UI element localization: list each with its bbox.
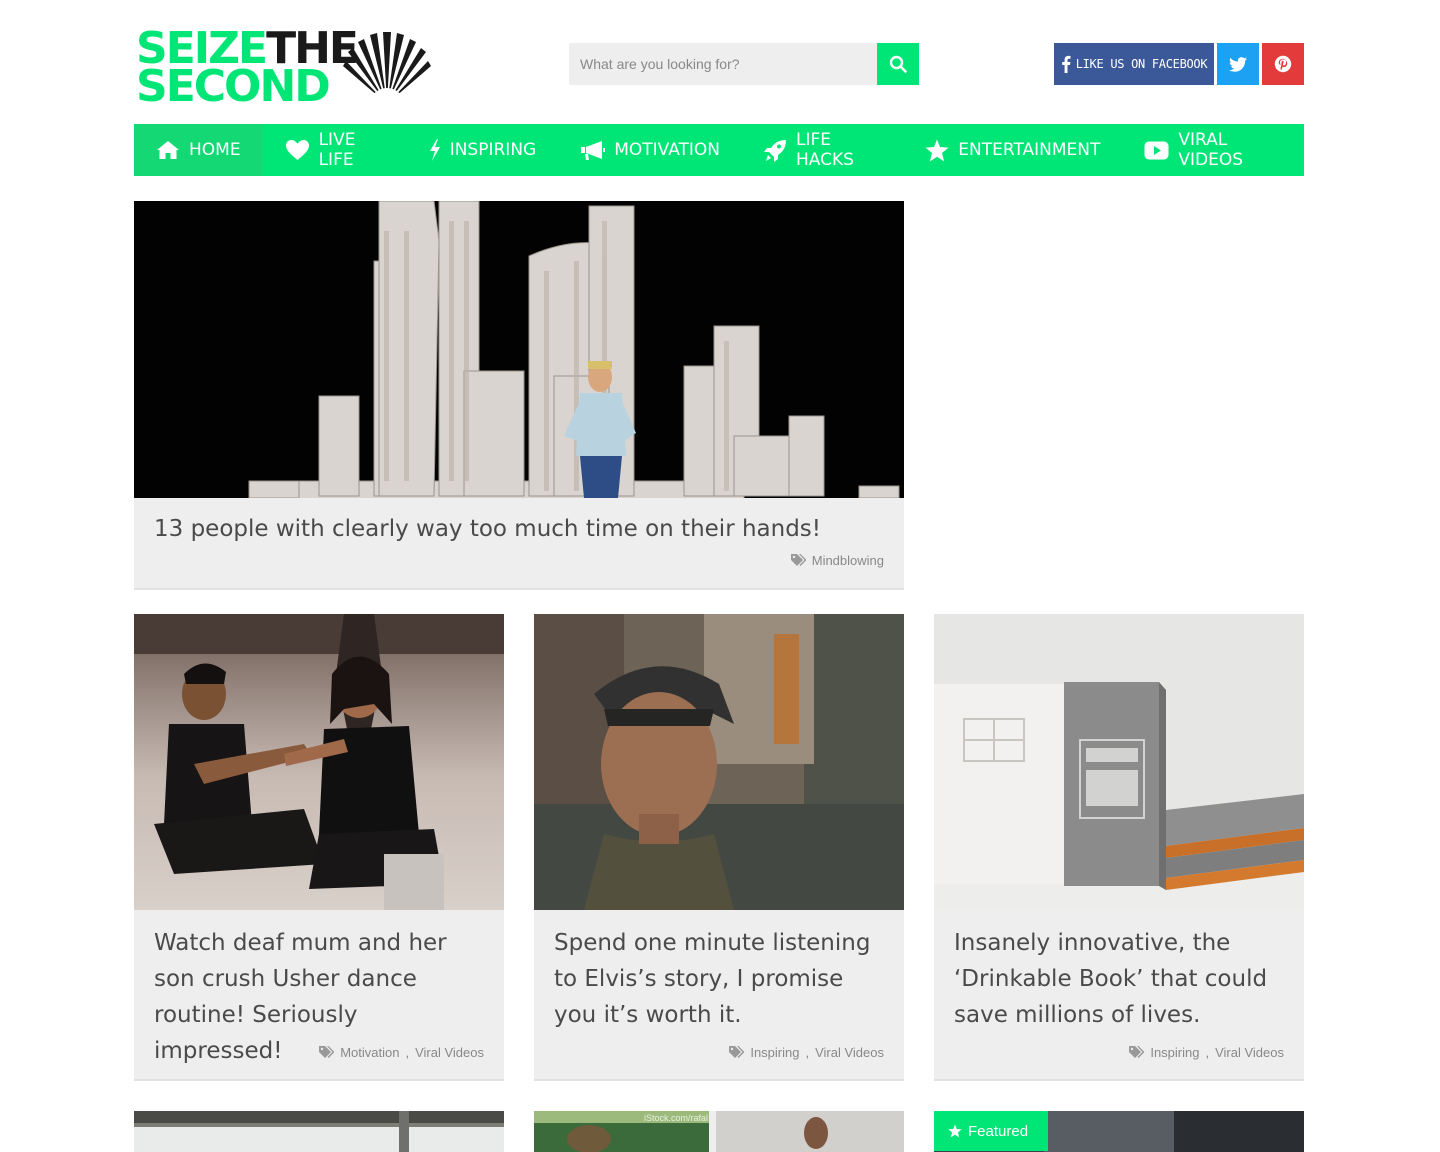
card-towers-photo xyxy=(134,201,904,498)
tag-link[interactable]: Motivation xyxy=(340,1045,399,1060)
sunburst-icon xyxy=(343,32,431,106)
nav-item-label: Live Life xyxy=(318,130,356,170)
nav-item-label: Viral Videos xyxy=(1178,130,1244,170)
post-title[interactable]: Spend one minute listening to Elvis’s st… xyxy=(554,925,884,1033)
nav-item-label: Motivation xyxy=(614,140,721,160)
post-card[interactable]: Watch deaf mum and her son crush Usher d… xyxy=(134,614,504,1081)
featured-badge: Featured xyxy=(934,1111,1048,1151)
twitter-button[interactable] xyxy=(1217,43,1259,85)
post-card[interactable] xyxy=(134,1111,504,1152)
tags-icon xyxy=(1129,1046,1145,1058)
nav-item-label: Home xyxy=(189,140,241,160)
site-logo[interactable]: SEIZETHE SECOND xyxy=(136,26,436,112)
tag-link[interactable]: Viral Videos xyxy=(815,1045,884,1060)
search-button[interactable] xyxy=(877,43,919,85)
facebook-like-label: LIKE US ON FACEBOOK xyxy=(1075,57,1208,71)
tag-link[interactable]: Viral Videos xyxy=(1215,1045,1284,1060)
post-image[interactable] xyxy=(934,614,1304,910)
search-icon xyxy=(889,55,907,73)
post-image[interactable] xyxy=(134,614,504,910)
tag-link[interactable]: Inspiring xyxy=(1150,1045,1199,1060)
post-title[interactable]: Insanely innovative, the ‘Drinkable Book… xyxy=(954,925,1284,1033)
megaphone-icon xyxy=(581,140,606,160)
tags-icon xyxy=(319,1046,335,1058)
nav-item-label: Inspiring xyxy=(449,140,537,160)
image-watermark: iStock.com/rafal xyxy=(644,1113,709,1123)
home-icon xyxy=(157,141,179,159)
nav-item-label: Life Hacks xyxy=(796,130,854,170)
tag-link[interactable]: Viral Videos xyxy=(415,1045,484,1060)
featured-post-tags: Mindblowing xyxy=(790,553,884,568)
tags-icon xyxy=(729,1046,745,1058)
tags-icon xyxy=(790,554,806,566)
nav-item-life-hacks[interactable]: Life Hacks xyxy=(742,124,903,176)
featured-post-card[interactable]: 13 people with clearly way too much time… xyxy=(134,201,904,590)
drinkable-book-photo xyxy=(934,614,1304,910)
featured-post-title[interactable]: 13 people with clearly way too much time… xyxy=(154,513,884,545)
featured-post-image[interactable] xyxy=(134,201,904,498)
post-tags: Motivation, Viral Videos xyxy=(319,1045,484,1060)
post-image[interactable] xyxy=(134,1111,504,1152)
logo-word-second: SECOND xyxy=(136,61,331,112)
nav-item-live-life[interactable]: Live Life xyxy=(263,124,407,176)
twitter-icon xyxy=(1229,56,1247,72)
post-card[interactable]: Insanely innovative, the ‘Drinkable Book… xyxy=(934,614,1304,1081)
youtube-icon xyxy=(1144,141,1169,159)
site-header: SEIZETHE SECOND What are you looking for… xyxy=(134,26,1304,112)
post-card[interactable]: iStock.com/rafal xyxy=(534,1111,904,1152)
search-input[interactable] xyxy=(569,43,877,85)
social-buttons: LIKE US ON FACEBOOK xyxy=(1054,43,1304,85)
post-card[interactable]: Spend one minute listening to Elvis’s st… xyxy=(534,614,904,1081)
pinterest-button[interactable] xyxy=(1262,43,1304,85)
nav-item-inspiring[interactable]: Inspiring xyxy=(407,124,559,176)
star-icon xyxy=(948,1124,962,1138)
post-image[interactable] xyxy=(534,1111,904,1152)
dance-duo-photo xyxy=(134,614,504,910)
tag-link[interactable]: Inspiring xyxy=(750,1045,799,1060)
facebook-like-button[interactable]: LIKE US ON FACEBOOK xyxy=(1054,43,1214,85)
search-bar xyxy=(569,43,919,85)
nav-item-label: Entertainment xyxy=(958,140,1101,160)
tag-link[interactable]: Mindblowing xyxy=(812,553,884,568)
heart-icon xyxy=(285,140,309,160)
main-navigation: Home Live Life Inspiring Motivation Life… xyxy=(134,124,1304,176)
man-in-cap-photo xyxy=(534,614,904,910)
post-image[interactable] xyxy=(534,614,904,910)
nav-item-home[interactable]: Home xyxy=(134,124,263,176)
featured-badge-label: Featured xyxy=(968,1122,1029,1140)
nav-item-viral-videos[interactable]: Viral Videos xyxy=(1122,124,1304,176)
pinterest-icon xyxy=(1274,55,1292,73)
facebook-icon xyxy=(1061,55,1071,73)
post-card[interactable]: Featured xyxy=(934,1111,1304,1152)
star-icon xyxy=(925,139,949,161)
bolt-icon xyxy=(429,139,440,161)
rocket-icon xyxy=(764,139,787,162)
nav-item-entertainment[interactable]: Entertainment xyxy=(903,124,1122,176)
post-tags: Inspiring, Viral Videos xyxy=(729,1045,884,1060)
post-tags: Inspiring, Viral Videos xyxy=(1129,1045,1284,1060)
nav-item-motivation[interactable]: Motivation xyxy=(558,124,742,176)
